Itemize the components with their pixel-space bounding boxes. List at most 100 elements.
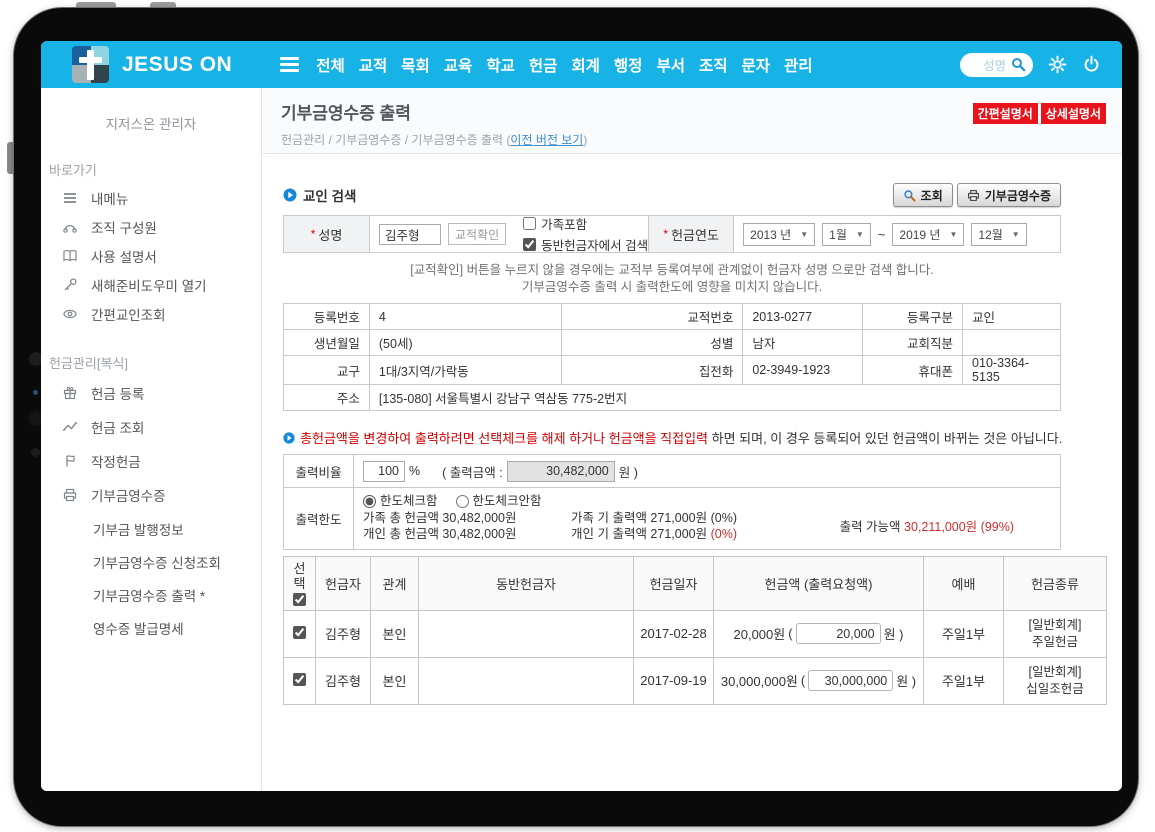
- month-to-select[interactable]: 12월▼: [971, 223, 1026, 246]
- row-select-checkbox[interactable]: [293, 673, 306, 686]
- sidebar-item-user-manual[interactable]: 사용 설명서: [41, 241, 261, 270]
- sidebar-item-my-menu[interactable]: 내메뉴: [41, 183, 261, 212]
- companion-search-checkbox[interactable]: [523, 238, 536, 251]
- chart-icon: [62, 419, 78, 435]
- col-select: 선택: [284, 556, 316, 610]
- limit-nocheck-option[interactable]: 한도체크안함: [456, 493, 542, 510]
- nav-item-문자[interactable]: 문자: [742, 54, 771, 76]
- search-placeholder: 성명: [983, 55, 1006, 74]
- family-include-option[interactable]: 가족포함: [523, 214, 648, 233]
- nav-item-행정[interactable]: 행정: [614, 54, 643, 76]
- birth-label: 생년월일: [284, 330, 370, 356]
- receipt-print-button[interactable]: 기부금영수증: [957, 183, 1061, 207]
- search-icon[interactable]: [1011, 57, 1026, 72]
- gift-icon: [62, 385, 78, 401]
- personal-printed: 개인 기 출력액 271,000원 (0%): [571, 526, 737, 543]
- date-cell: 2017-09-19: [634, 657, 714, 704]
- gender-value: 남자: [743, 330, 863, 356]
- print-ratio-label: 출력비율: [284, 455, 354, 487]
- nav-item-부서[interactable]: 부서: [656, 54, 685, 76]
- col-relation: 관계: [371, 556, 419, 610]
- member-search-section-title: 교인 검색: [283, 185, 356, 205]
- logout-power-icon[interactable]: [1082, 55, 1101, 74]
- query-button[interactable]: 조회: [893, 183, 953, 207]
- jesus-on-logo-icon: [72, 46, 109, 83]
- mobile-value: 010-3364-5135: [963, 356, 1061, 385]
- family-include-checkbox[interactable]: [523, 217, 536, 230]
- sidebar-subitem-issue-detail[interactable]: 영수증 발급명세: [41, 611, 261, 644]
- sidebar-item-quick-member-search[interactable]: 간편교인조회: [41, 299, 261, 328]
- name-input[interactable]: [379, 224, 441, 245]
- nav-item-관리[interactable]: 관리: [784, 54, 813, 76]
- sidebar-item-donation-receipt[interactable]: 기부금영수증: [41, 478, 261, 512]
- companion-cell: [419, 657, 634, 704]
- manual-badges: 간편설명서 상세설명서: [973, 103, 1106, 124]
- sidebar-item-pledge-donation[interactable]: 작정헌금: [41, 444, 261, 478]
- nav-item-헌금[interactable]: 헌금: [529, 54, 558, 76]
- device-sensor: [33, 390, 38, 395]
- org-icon: [62, 219, 78, 235]
- record-no-label: 교적번호: [561, 304, 743, 330]
- sidebar-subitem-receipt-print-active[interactable]: 기부금영수증 출력 *: [41, 578, 261, 611]
- row-select-checkbox[interactable]: [293, 626, 306, 639]
- name-label: *성명: [284, 216, 370, 252]
- nav-item-목회[interactable]: 목회: [401, 54, 430, 76]
- companion-search-option[interactable]: 동반헌금자에서 검색: [523, 235, 648, 254]
- record-verify-button[interactable]: 교적확인: [448, 223, 506, 245]
- donor-cell: 김주형: [316, 610, 371, 657]
- printer-icon: [62, 487, 78, 503]
- sidebar-item-donation-register[interactable]: 헌금 등록: [41, 376, 261, 410]
- table-row: 김주형 본인 2017-09-19 30,000,000원 ( 원 ) 주일1부: [284, 657, 1107, 704]
- sidebar-item-newyear-helper[interactable]: 새해준비도우미 열기: [41, 270, 261, 299]
- simple-manual-badge[interactable]: 간편설명서: [973, 103, 1038, 124]
- amount-cell: 20,000원 ( 원 ): [714, 610, 924, 657]
- table-row: 김주형 본인 2017-02-28 20,000원 ( 원 ) 주일1부: [284, 610, 1107, 657]
- table-row: 주소 [135-080] 서울특별시 강남구 역삼동 775-2번지: [284, 385, 1061, 411]
- available-amount: 출력 가능액 30,211,000원 (99%): [840, 519, 1014, 536]
- nav-item-회계[interactable]: 회계: [571, 54, 600, 76]
- reg-type-label: 등록구분: [863, 304, 963, 330]
- nav-item-전체[interactable]: 전체: [316, 54, 345, 76]
- sidebar-subitem-issue-info[interactable]: 기부금 발행정보: [41, 512, 261, 545]
- print-ratio-input[interactable]: [363, 461, 405, 482]
- detail-manual-badge[interactable]: 상세설명서: [1041, 103, 1106, 124]
- limit-nocheck-radio[interactable]: [456, 495, 469, 508]
- request-amount-input[interactable]: [796, 623, 881, 644]
- nav-item-교육[interactable]: 교육: [444, 54, 473, 76]
- name-search-input[interactable]: 성명: [960, 53, 1033, 77]
- settings-gear-icon[interactable]: [1048, 55, 1067, 74]
- nav-item-교적[interactable]: 교적: [359, 54, 388, 76]
- key-icon: [62, 277, 78, 293]
- type-cell: [일반회계]십일조헌금: [1004, 657, 1107, 704]
- select-all-checkbox[interactable]: [293, 593, 306, 606]
- year-to-select[interactable]: 2019 년▼: [892, 223, 964, 246]
- year-from-select[interactable]: 2013 년▼: [743, 223, 815, 246]
- flag-icon: [62, 453, 78, 469]
- previous-version-link[interactable]: 이전 버전 보기: [510, 133, 583, 147]
- home-phone-label: 집전화: [561, 356, 743, 385]
- nav-item-학교[interactable]: 학교: [486, 54, 515, 76]
- sidebar-item-org-members[interactable]: 조직 구성원: [41, 212, 261, 241]
- position-label: 교회직분: [863, 330, 963, 356]
- limit-check-radio[interactable]: [363, 495, 376, 508]
- companion-cell: [419, 610, 634, 657]
- printer-icon: [967, 189, 980, 202]
- limit-check-option[interactable]: 한도체크함: [363, 493, 438, 510]
- main-content: 기부금영수증 출력 헌금관리 / 기부금영수증 / 기부금영수증 출력 (이전 …: [263, 88, 1122, 791]
- topbar: JESUS ON 전체 교적 목회 교육 학교 헌금 회계 행정 부서 조직 문…: [41, 41, 1122, 88]
- main-nav: 전체 교적 목회 교육 학교 헌금 회계 행정 부서 조직 문자 관리: [316, 54, 812, 76]
- request-amount-input[interactable]: [808, 670, 893, 691]
- eye-icon: [62, 306, 78, 322]
- col-type: 헌금종류: [1004, 556, 1107, 610]
- sidebar-item-donation-inquiry[interactable]: 헌금 조회: [41, 410, 261, 444]
- donor-cell: 김주형: [316, 657, 371, 704]
- member-search-form: *성명 교적확인 가족포함 동반헌금자에서 검색: [283, 215, 1061, 253]
- nav-item-조직[interactable]: 조직: [699, 54, 728, 76]
- worship-cell: 주일1부: [924, 610, 1004, 657]
- member-info-table: 등록번호 4 교적번호 2013-0277 등록구분 교인 생년월일 (50세)…: [283, 303, 1061, 411]
- month-from-select[interactable]: 1월▼: [822, 223, 871, 246]
- hamburger-menu-icon[interactable]: [280, 54, 299, 75]
- range-tilde: ~: [878, 227, 886, 242]
- col-amount: 헌금액 (출력요청액): [714, 556, 924, 610]
- sidebar-subitem-request-inquiry[interactable]: 기부금영수증 신청조회: [41, 545, 261, 578]
